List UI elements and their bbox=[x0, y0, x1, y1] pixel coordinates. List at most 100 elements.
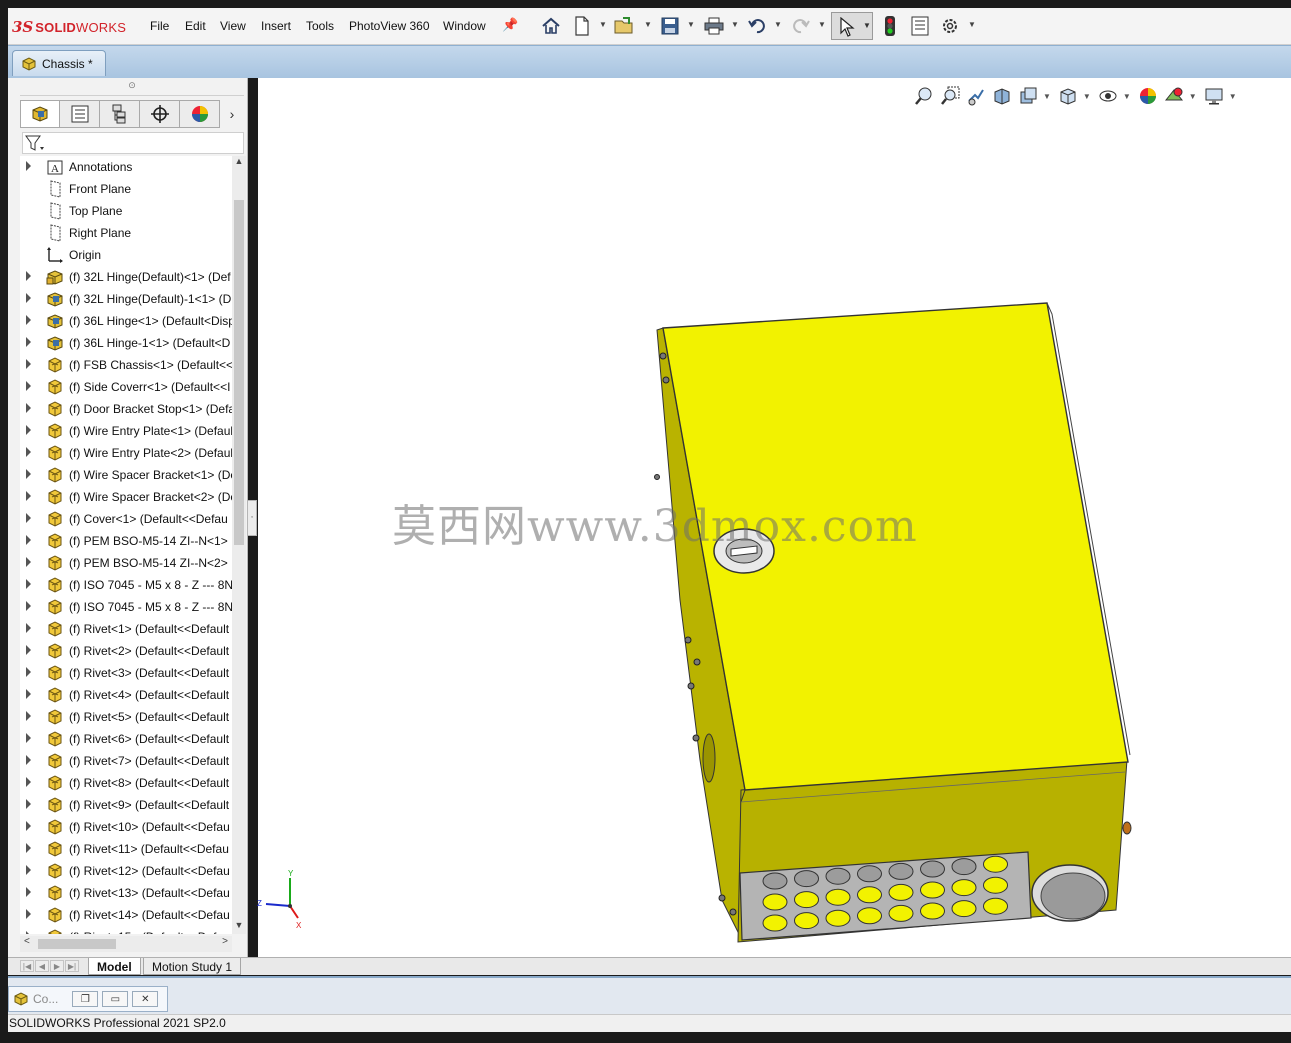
expand-arrow-icon[interactable] bbox=[26, 469, 31, 479]
expand-arrow-icon[interactable] bbox=[26, 425, 31, 435]
tree-item[interactable]: (f) Rivet<1> (Default<<Default bbox=[20, 618, 232, 640]
tree-item[interactable]: (f) Wire Entry Plate<1> (Defaul bbox=[20, 420, 232, 442]
tree-item[interactable]: Front Plane bbox=[20, 178, 232, 200]
tree-item[interactable]: (f) Rivet<14> (Default<<Defau bbox=[20, 904, 232, 926]
expand-arrow-icon[interactable] bbox=[26, 491, 31, 501]
hscroll-thumb[interactable] bbox=[38, 939, 116, 949]
menu-view[interactable]: View bbox=[220, 19, 246, 33]
tree-item[interactable]: (f) ISO 7045 - M5 x 8 - Z --- 8N bbox=[20, 596, 232, 618]
expand-arrow-icon[interactable] bbox=[26, 557, 31, 567]
expand-arrow-icon[interactable] bbox=[26, 645, 31, 655]
tree-item[interactable]: (f) Rivet<15> (Default<<Defau bbox=[20, 926, 232, 934]
tab-motion-study[interactable]: Motion Study 1 bbox=[143, 958, 242, 975]
tree-item[interactable]: (f) Rivet<8> (Default<<Default bbox=[20, 772, 232, 794]
expand-arrow-icon[interactable] bbox=[26, 799, 31, 809]
expand-arrow-icon[interactable] bbox=[26, 733, 31, 743]
open-folder-icon[interactable] bbox=[613, 14, 637, 38]
menu-photoview[interactable]: PhotoView 360 bbox=[349, 19, 430, 33]
tree-item[interactable]: (f) Rivet<11> (Default<<Defau bbox=[20, 838, 232, 860]
tree-vertical-scrollbar[interactable]: ▲ ▼ bbox=[232, 156, 246, 934]
tree-item[interactable]: Right Plane bbox=[20, 222, 232, 244]
next-tab-icon[interactable]: ▶ bbox=[50, 960, 64, 972]
tree-item[interactable]: (f) Rivet<6> (Default<<Default bbox=[20, 728, 232, 750]
expand-arrow-icon[interactable] bbox=[26, 359, 31, 369]
select-dropdown-icon[interactable]: ▼ bbox=[863, 21, 871, 30]
expand-arrow-icon[interactable] bbox=[26, 447, 31, 457]
solidworks-logo[interactable]: 3S SOLID WORKS bbox=[12, 17, 126, 37]
tree-item[interactable]: (f) Rivet<4> (Default<<Default bbox=[20, 684, 232, 706]
expand-arrow-icon[interactable] bbox=[26, 623, 31, 633]
options-dropdown-icon[interactable]: ▼ bbox=[968, 20, 976, 29]
save-icon[interactable] bbox=[658, 14, 682, 38]
new-document-icon[interactable] bbox=[570, 14, 594, 38]
tab-propertymanager[interactable] bbox=[60, 100, 100, 128]
redo-dropdown-icon[interactable]: ▼ bbox=[818, 20, 826, 29]
open-dropdown-icon[interactable]: ▼ bbox=[644, 20, 652, 29]
scroll-left-icon[interactable]: < bbox=[24, 936, 30, 947]
scroll-thumb[interactable] bbox=[234, 200, 244, 545]
expand-arrow-icon[interactable] bbox=[26, 535, 31, 545]
tab-display-manager[interactable] bbox=[180, 100, 220, 128]
expand-arrow-icon[interactable] bbox=[26, 161, 31, 171]
tree-item[interactable]: (f) PEM BSO-M5-14 ZI--N<1> bbox=[20, 530, 232, 552]
home-icon[interactable] bbox=[539, 14, 563, 38]
more-tabs-chevron-icon[interactable]: › bbox=[220, 100, 244, 128]
tree-item[interactable]: (f) Wire Spacer Bracket<1> (De bbox=[20, 464, 232, 486]
minimized-document[interactable]: Co... ❐ ▭ ✕ bbox=[8, 986, 168, 1012]
first-tab-icon[interactable]: |◀ bbox=[20, 960, 34, 972]
expand-arrow-icon[interactable] bbox=[26, 777, 31, 787]
tree-item[interactable]: (f) 36L Hinge-1<1> (Default<D bbox=[20, 332, 232, 354]
tree-item[interactable]: (f) Door Bracket Stop<1> (Defa bbox=[20, 398, 232, 420]
tree-filter[interactable] bbox=[22, 132, 244, 154]
new-dropdown-icon[interactable]: ▼ bbox=[599, 20, 607, 29]
undo-icon[interactable] bbox=[745, 14, 769, 38]
expand-arrow-icon[interactable] bbox=[26, 821, 31, 831]
menu-edit[interactable]: Edit bbox=[185, 19, 206, 33]
menu-file[interactable]: File bbox=[150, 19, 169, 33]
options-gear-icon[interactable] bbox=[938, 14, 962, 38]
menu-insert[interactable]: Insert bbox=[261, 19, 291, 33]
expand-arrow-icon[interactable] bbox=[26, 579, 31, 589]
tree-item[interactable]: (f) Rivet<13> (Default<<Defau bbox=[20, 882, 232, 904]
tree-item[interactable]: (f) 32L Hinge(Default)<1> (Def bbox=[20, 266, 232, 288]
print-icon[interactable] bbox=[702, 14, 726, 38]
tab-dimxpert[interactable] bbox=[140, 100, 180, 128]
tree-item[interactable]: (f) Cover<1> (Default<<Defau bbox=[20, 508, 232, 530]
tree-item[interactable]: (f) Rivet<2> (Default<<Default bbox=[20, 640, 232, 662]
chassis-3d-model[interactable] bbox=[258, 78, 1291, 957]
save-dropdown-icon[interactable]: ▼ bbox=[687, 20, 695, 29]
last-tab-icon[interactable]: ▶| bbox=[65, 960, 79, 972]
restore-icon[interactable]: ❐ bbox=[72, 991, 99, 1007]
close-icon[interactable]: ✕ bbox=[132, 991, 159, 1007]
expand-arrow-icon[interactable] bbox=[26, 513, 31, 523]
tab-configurationmanager[interactable] bbox=[100, 100, 140, 128]
expand-arrow-icon[interactable] bbox=[26, 667, 31, 677]
tree-item[interactable]: (f) FSB Chassis<1> (Default<<I bbox=[20, 354, 232, 376]
tree-item[interactable]: (f) Side Coverr<1> (Default<<I bbox=[20, 376, 232, 398]
document-tab[interactable]: Chassis * bbox=[12, 50, 106, 76]
traffic-light-icon[interactable] bbox=[878, 14, 902, 38]
expand-arrow-icon[interactable] bbox=[26, 271, 31, 281]
expand-arrow-icon[interactable] bbox=[26, 931, 31, 934]
file-properties-icon[interactable] bbox=[908, 14, 932, 38]
tree-item[interactable]: (f) 36L Hinge<1> (Default<Disp bbox=[20, 310, 232, 332]
maximize-icon[interactable]: ▭ bbox=[102, 991, 129, 1007]
expand-arrow-icon[interactable] bbox=[26, 909, 31, 919]
tree-item[interactable]: (f) 32L Hinge(Default)-1<1> (D bbox=[20, 288, 232, 310]
panel-grip-handle[interactable]: ⊙ bbox=[20, 80, 244, 96]
prev-tab-icon[interactable]: ◀ bbox=[35, 960, 49, 972]
tree-item[interactable]: (f) Rivet<3> (Default<<Default bbox=[20, 662, 232, 684]
pin-icon[interactable]: 📌 bbox=[502, 17, 518, 33]
tree-item[interactable]: (f) Rivet<12> (Default<<Defau bbox=[20, 860, 232, 882]
tree-item[interactable]: (f) ISO 7045 - M5 x 8 - Z --- 8N bbox=[20, 574, 232, 596]
tab-model[interactable]: Model bbox=[88, 958, 141, 975]
tree-item[interactable]: (f) Rivet<7> (Default<<Default bbox=[20, 750, 232, 772]
redo-icon[interactable] bbox=[789, 14, 813, 38]
tree-item[interactable]: Top Plane bbox=[20, 200, 232, 222]
print-dropdown-icon[interactable]: ▼ bbox=[731, 20, 739, 29]
expand-arrow-icon[interactable] bbox=[26, 293, 31, 303]
graphics-area[interactable]: ▼ ▼ ▼ ▼ ▼ 莫西网www.3dmox.com Y Z X bbox=[257, 78, 1291, 957]
expand-arrow-icon[interactable] bbox=[26, 689, 31, 699]
select-button[interactable]: ▼ bbox=[831, 12, 873, 40]
expand-arrow-icon[interactable] bbox=[26, 711, 31, 721]
